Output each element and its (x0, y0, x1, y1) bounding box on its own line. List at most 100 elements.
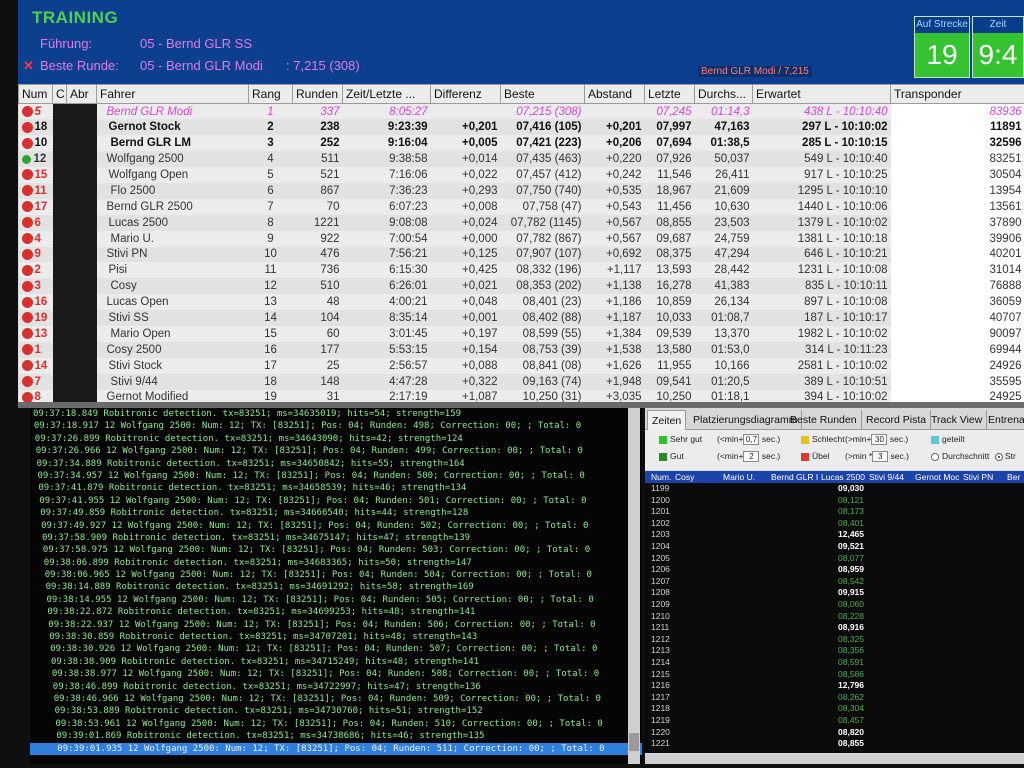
log-line[interactable]: 09:38:22.872 Robitronic detection. tx=83… (30, 606, 642, 618)
log-line[interactable]: 09:38:30.859 Robitronic detection. tx=83… (30, 631, 642, 643)
lap-row[interactable]: 1215 08,586 (645, 669, 1024, 681)
radio-str[interactable]: Str (995, 451, 1016, 461)
log-line[interactable]: 09:38:30.926 12 Wolfgang 2500: Num: 12; … (30, 643, 642, 655)
radio-average[interactable]: Durchschnitt (931, 451, 989, 461)
table-row[interactable]: 4 Mario U. 9 922 7:00:54 +0,000 07,782 (867) +0… (18, 230, 1024, 247)
table-row[interactable]: 16 Lucas Open 13 48 4:00:21 +0,048 08,401 (23)… (18, 294, 1024, 311)
log-line[interactable]: 09:37:26.966 12 Wolfgang 2500: Num: 12; … (30, 445, 642, 457)
tab-zeiten[interactable]: Zeiten (647, 410, 687, 430)
threshold-input-3[interactable]: 30 (871, 434, 888, 446)
header-col-best[interactable]: Beste (500, 84, 585, 104)
tab-entrenan[interactable]: Entrenan (984, 410, 1024, 430)
log-line[interactable]: 09:38:53.889 Robitronic detection. tx=83… (30, 705, 642, 717)
threshold-input-2[interactable]: 2 (743, 451, 760, 463)
table-row[interactable]: 14 Stivi Stock 17 25 2:56:57 +0,088 08,841 (08… (18, 357, 1024, 374)
table-row[interactable]: 6 Lucas 2500 8 1221 9:08:08 +0,024 07,782 (114… (18, 214, 1024, 231)
log-line[interactable]: 09:37:58.909 Robitronic detection. tx=83… (30, 532, 642, 544)
grid-header-cell[interactable]: Mario U. (723, 471, 755, 483)
table-row[interactable]: 17 Bernd GLR 2500 7 70 6:07:23 +0,008 07,758 (… (18, 198, 1024, 215)
log-line[interactable]: 09:37:34.957 12 Wolfgang 2500: Num: 12; … (30, 470, 642, 482)
log-line[interactable]: 09:39:01.935 12 Wolfgang 2500: Num: 12; … (30, 742, 642, 755)
lap-row[interactable]: 1219 08,457 (645, 715, 1024, 727)
header-col-num[interactable]: Num (18, 84, 53, 104)
lap-row[interactable]: 1207 08,542 (645, 576, 1024, 588)
header-col-avg[interactable]: Durchs... (694, 84, 753, 104)
header-col-c[interactable]: C (52, 84, 67, 104)
log-line[interactable]: 09:38:38.909 Robitronic detection. tx=83… (30, 656, 642, 668)
grid-header-cell[interactable]: Bernd GLR I (771, 471, 818, 483)
header-col-last[interactable]: Letzte (644, 84, 695, 104)
log-line[interactable]: 09:38:14.955 12 Wolfgang 2500: Num: 12; … (30, 594, 642, 606)
table-row[interactable]: 3 Cosy 12 510 6:26:01 +0,021 08,353 (202) +1,13… (18, 278, 1024, 295)
header-col-gap[interactable]: Abstand (584, 84, 645, 104)
log-line[interactable]: 09:37:49.927 12 Wolfgang 2500: Num: 12; … (30, 520, 642, 532)
lap-row[interactable]: 1199 09,030 (645, 483, 1024, 495)
lap-row[interactable]: 1200 08,121 (645, 495, 1024, 507)
tab-track-view[interactable]: Track View (927, 410, 988, 430)
log-line[interactable]: 09:38:38.977 12 Wolfgang 2500: Num: 12; … (30, 668, 642, 680)
table-row[interactable]: 18 Gernot Stock 2 238 9:23:39 +0,201 07,416 (1… (18, 119, 1024, 136)
log-scrollbar[interactable] (628, 408, 640, 764)
table-row[interactable]: 15 Wolfgang Open 5 521 7:16:06 +0,022 07,457 (… (18, 167, 1024, 183)
table-row[interactable]: 1 Cosy 2500 16 177 5:53:15 +0,154 08,753 (39) +… (18, 341, 1024, 358)
threshold-input-4[interactable]: 3 (872, 451, 889, 463)
header-col-driver[interactable]: Fahrer (96, 84, 249, 104)
lap-row[interactable]: 1206 08,959 (645, 564, 1024, 576)
log-line[interactable]: 09:38:46.966 12 Wolfgang 2500: Num: 12; … (30, 693, 642, 705)
log-line[interactable]: 09:37:34.889 Robitronic detection. tx=83… (30, 458, 642, 470)
event-log[interactable]: 09:37:18.849 Robitronic detection. tx=83… (30, 408, 642, 764)
header-col-expected[interactable]: Erwartet (752, 84, 891, 104)
table-row[interactable]: 11 Flo 2500 6 867 7:36:23 +0,293 07,750 (740) +… (18, 182, 1024, 199)
log-line[interactable]: 09:37:41.879 Robitronic detection. tx=83… (30, 482, 642, 494)
lap-row[interactable]: 1203 12,465 (645, 529, 1024, 541)
log-line[interactable]: 09:38:46.899 Robitronic detection. tx=83… (30, 681, 642, 693)
lap-row[interactable]: 1214 08,591 (645, 657, 1024, 669)
log-line[interactable]: 09:39:01.869 Robitronic detection. tx=83… (30, 730, 642, 742)
lap-row[interactable]: 1201 08,173 (645, 506, 1024, 518)
tab-record-pista[interactable]: Record Pista (862, 410, 932, 430)
lap-row[interactable]: 1221 08,855 (645, 738, 1024, 750)
lap-row[interactable]: 1213 08,356 (645, 645, 1024, 657)
table-row[interactable]: 19 Stivi SS 14 104 8:35:14 +0,001 08,402 (88) +… (18, 310, 1024, 326)
log-line[interactable]: 09:37:49.859 Robitronic detection. tx=83… (30, 507, 642, 519)
threshold-input-1[interactable]: 0,7 (743, 434, 760, 446)
header-col-abr[interactable]: Abr (66, 84, 97, 104)
lap-row[interactable]: 1217 08,262 (645, 692, 1024, 704)
grid-header-cell[interactable]: Ber (1007, 471, 1020, 483)
log-line[interactable]: 09:37:41.955 12 Wolfgang 2500: Num: 12; … (30, 495, 642, 507)
table-row[interactable]: 5 Bernd GLR Modi 1 337 8:05:27 07,215 (308) 07… (18, 103, 1024, 120)
lap-row[interactable]: 1208 09,915 (645, 587, 1024, 599)
log-line[interactable]: 09:38:06.965 12 Wolfgang 2500: Num: 12; … (30, 569, 642, 581)
header-col-time[interactable]: Zeit/Letzte ... (342, 84, 431, 104)
lap-row[interactable]: 1209 08,060 (645, 599, 1024, 611)
lap-row[interactable]: 1211 08,916 (645, 622, 1024, 634)
grid-header-cell[interactable]: Gernot Moc (915, 471, 959, 483)
header-col-diff[interactable]: Differenz (430, 84, 501, 104)
log-scroll-thumb[interactable] (629, 733, 639, 751)
lap-row[interactable]: 1218 08,304 (645, 703, 1024, 715)
log-line[interactable]: 09:38:22.937 12 Wolfgang 2500: Num: 12; … (30, 619, 642, 631)
lap-grid-scrollbar[interactable] (645, 754, 1024, 764)
grid-header-cell[interactable]: Cosy (675, 471, 694, 483)
lap-row[interactable]: 1212 08,325 (645, 634, 1024, 646)
lap-row[interactable]: 1205 08,077 (645, 553, 1024, 565)
grid-header-cell[interactable]: Stivi PN (963, 471, 993, 483)
lap-row[interactable]: 1202 08,401 (645, 518, 1024, 530)
log-line[interactable]: 09:38:06.899 Robitronic detection. tx=83… (30, 557, 642, 569)
lap-row[interactable]: 1220 08,820 (645, 727, 1024, 739)
header-col-transponder[interactable]: Transponder (890, 84, 1024, 104)
header-col-laps[interactable]: Runden (292, 84, 343, 104)
lap-grid[interactable]: 1199 09,030 1200 08,121 1201 08,173 1202 08,401… (645, 483, 1024, 753)
grid-header-cell[interactable]: Num. (651, 471, 671, 483)
log-line[interactable]: 09:37:18.917 12 Wolfgang 2500: Num: 12; … (30, 420, 642, 432)
log-line[interactable]: 09:38:53.961 12 Wolfgang 2500: Num: 12; … (30, 718, 642, 730)
tab-beste-runden[interactable]: Beste Runden (786, 410, 862, 430)
log-line[interactable]: 09:37:18.849 Robitronic detection. tx=83… (30, 408, 642, 420)
lap-row[interactable]: 1204 09,521 (645, 541, 1024, 553)
grid-header-cell[interactable]: Stivi 9/44 (869, 471, 904, 483)
table-row[interactable]: 9 Stivi PN 10 476 7:56:21 +0,125 07,907 (107) +… (18, 246, 1024, 263)
table-row[interactable]: 12 Wolfgang 2500 4 511 9:38:58 +0,014 07,435 (… (18, 151, 1024, 168)
header-col-rank[interactable]: Rang (248, 84, 293, 104)
table-row[interactable]: 7 Stivi 9/44 18 148 4:47:28 +0,322 09,163 (74)… (18, 373, 1024, 390)
log-line[interactable]: 09:38:14.889 Robitronic detection. tx=83… (30, 581, 642, 593)
